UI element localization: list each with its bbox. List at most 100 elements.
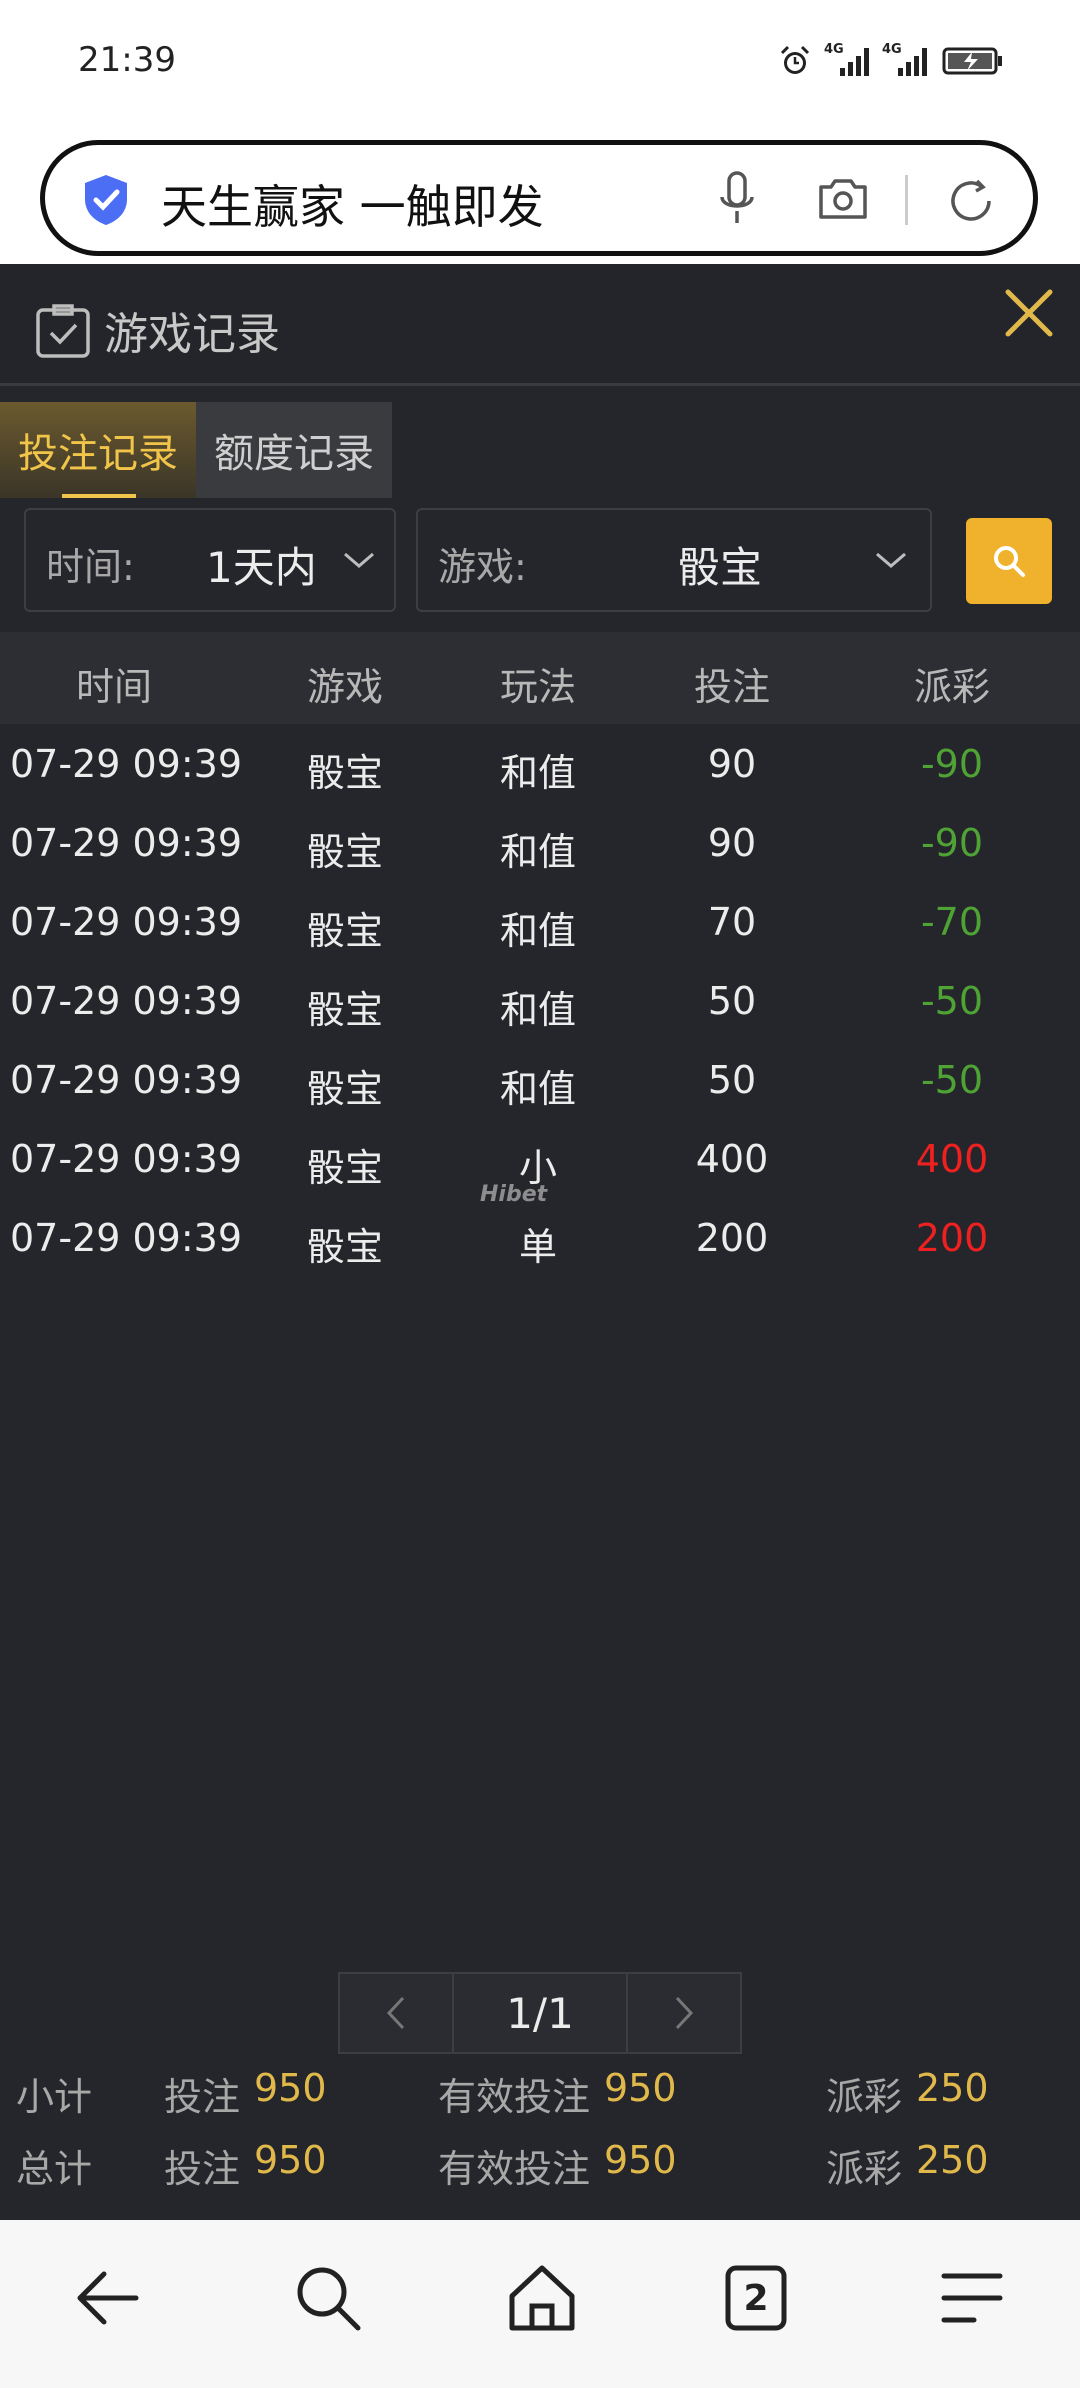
- row-time: 07-29 09:39: [10, 1216, 243, 1260]
- row-bet: 50: [707, 1058, 757, 1102]
- row-time: 07-29 09:39: [10, 1058, 243, 1102]
- total-row: 总计 投注 950 有效投注 950 派彩 250: [0, 2138, 1080, 2198]
- row-play: 单: [518, 1225, 558, 1269]
- row-game: 骰宝: [306, 909, 384, 953]
- chevron-down-icon: [876, 552, 906, 568]
- chevron-left-icon: [386, 1996, 405, 2030]
- row-play: 和值: [499, 751, 577, 795]
- total-label: 总计: [16, 2147, 93, 2191]
- column-header-payout: 派彩: [913, 665, 991, 709]
- subtotal-payout-label: 派彩: [826, 2075, 903, 2119]
- row-game: 骰宝: [306, 830, 384, 874]
- table-row: 07-29 09:39 骰宝 和值 90 -90: [0, 803, 1080, 882]
- signal-strength-icon-2: 4G: [882, 42, 928, 76]
- total-payout-label: 派彩: [826, 2147, 903, 2191]
- column-header-play: 玩法: [499, 665, 577, 709]
- watermark: Hibet: [480, 1182, 548, 1207]
- total-bet-label: 投注: [164, 2147, 241, 2191]
- close-icon[interactable]: [1004, 288, 1054, 338]
- url-text[interactable]: 天生赢家 一触即发: [161, 171, 544, 237]
- row-bet: 400: [695, 1137, 769, 1181]
- search-icon: [994, 546, 1025, 577]
- table-row: 07-29 09:39 骰宝 和值 50 -50: [0, 961, 1080, 1040]
- time-filter-select[interactable]: 时间: 1天内: [24, 508, 396, 612]
- row-bet: 90: [707, 742, 757, 786]
- row-time: 07-29 09:39: [10, 821, 243, 865]
- clipboard-check-icon: [36, 304, 90, 358]
- pagination: 1/1: [338, 1972, 742, 2054]
- subtotal-label: 小计: [16, 2075, 93, 2119]
- row-bet: 70: [707, 900, 757, 944]
- table-row: 07-29 09:39 骰宝 和值 50 -50: [0, 1040, 1080, 1119]
- row-game: 骰宝: [306, 1067, 384, 1111]
- row-game: 骰宝: [306, 1146, 384, 1190]
- panel-title: 游戏记录: [104, 309, 280, 360]
- subtotal-valid-value: 950: [604, 2066, 677, 2110]
- signal-strength-icon: 4G: [824, 42, 870, 76]
- subtotal-row: 小计 投注 950 有效投注 950 派彩 250: [0, 2066, 1080, 2126]
- game-filter-value: 骰宝: [678, 543, 763, 592]
- row-payout: -70: [920, 900, 984, 944]
- row-play: 和值: [499, 909, 577, 953]
- search-nav-button[interactable]: [290, 2260, 366, 2336]
- row-time: 07-29 09:39: [10, 900, 243, 944]
- browser-bottom-nav: 2: [0, 2220, 1080, 2388]
- home-icon: [509, 2265, 575, 2331]
- row-payout: -50: [920, 1058, 984, 1102]
- tab-count: 2: [743, 2277, 769, 2319]
- chevron-down-icon: [344, 552, 374, 568]
- subtotal-bet-value: 950: [254, 2066, 327, 2110]
- microphone-icon[interactable]: [717, 169, 757, 229]
- shield-icon: [85, 175, 127, 225]
- game-filter-select[interactable]: 游戏: 骰宝: [416, 508, 932, 612]
- arrow-left-icon: [77, 2271, 139, 2325]
- row-game: 骰宝: [306, 1225, 384, 1269]
- next-page-button[interactable]: [626, 1972, 742, 2054]
- camera-icon[interactable]: [815, 175, 871, 223]
- browser-toolbar: 天生赢家 一触即发: [0, 128, 1080, 264]
- row-time: 07-29 09:39: [10, 742, 243, 786]
- column-header-bet: 投注: [693, 665, 771, 709]
- panel-header: 游戏记录: [0, 264, 1080, 386]
- address-bar-divider: [905, 175, 908, 225]
- table-row: 07-29 09:39 骰宝 单 200 200: [0, 1198, 1080, 1277]
- total-valid-value: 950: [604, 2138, 677, 2182]
- alarm-icon: [780, 45, 810, 74]
- row-bet: 200: [695, 1216, 769, 1260]
- row-time: 07-29 09:39: [10, 1137, 243, 1181]
- subtotal-payout-value: 250: [916, 2066, 989, 2110]
- page-indicator: 1/1: [454, 1972, 626, 2054]
- back-button[interactable]: [70, 2260, 146, 2336]
- battery-charging-icon: [942, 47, 1002, 75]
- total-valid-label: 有效投注: [438, 2147, 591, 2191]
- column-header-time: 时间: [75, 665, 153, 709]
- time-filter-value: 1天内: [206, 543, 317, 592]
- status-bar: 21:39 4G 4G: [0, 0, 1080, 128]
- row-bet: 90: [707, 821, 757, 865]
- subtotal-bet-label: 投注: [164, 2075, 241, 2119]
- prev-page-button[interactable]: [338, 1972, 454, 2054]
- status-time: 21:39: [78, 40, 176, 80]
- address-bar[interactable]: 天生赢家 一触即发: [40, 140, 1038, 256]
- tabs-button[interactable]: 2: [718, 2260, 794, 2336]
- total-bet-value: 950: [254, 2138, 327, 2182]
- row-payout: -90: [920, 821, 984, 865]
- tab-credit-records[interactable]: 额度记录: [196, 402, 392, 498]
- row-payout: 400: [915, 1137, 989, 1181]
- home-button[interactable]: [504, 2260, 580, 2336]
- menu-icon: [941, 2273, 1003, 2323]
- menu-button[interactable]: [934, 2260, 1010, 2336]
- row-game: 骰宝: [306, 988, 384, 1032]
- row-play: 和值: [499, 830, 577, 874]
- row-time: 07-29 09:39: [10, 979, 243, 1023]
- column-header-game: 游戏: [306, 665, 384, 709]
- row-play: 和值: [499, 1067, 577, 1111]
- row-bet: 50: [707, 979, 757, 1023]
- status-icons: 4G 4G: [778, 42, 1004, 78]
- time-filter-label: 时间:: [46, 545, 135, 589]
- search-button[interactable]: [966, 518, 1052, 604]
- subtotal-valid-label: 有效投注: [438, 2075, 591, 2119]
- reload-icon[interactable]: [943, 173, 999, 229]
- table-row: 07-29 09:39 骰宝 和值 90 -90: [0, 724, 1080, 803]
- tab-bet-records[interactable]: 投注记录: [0, 402, 196, 498]
